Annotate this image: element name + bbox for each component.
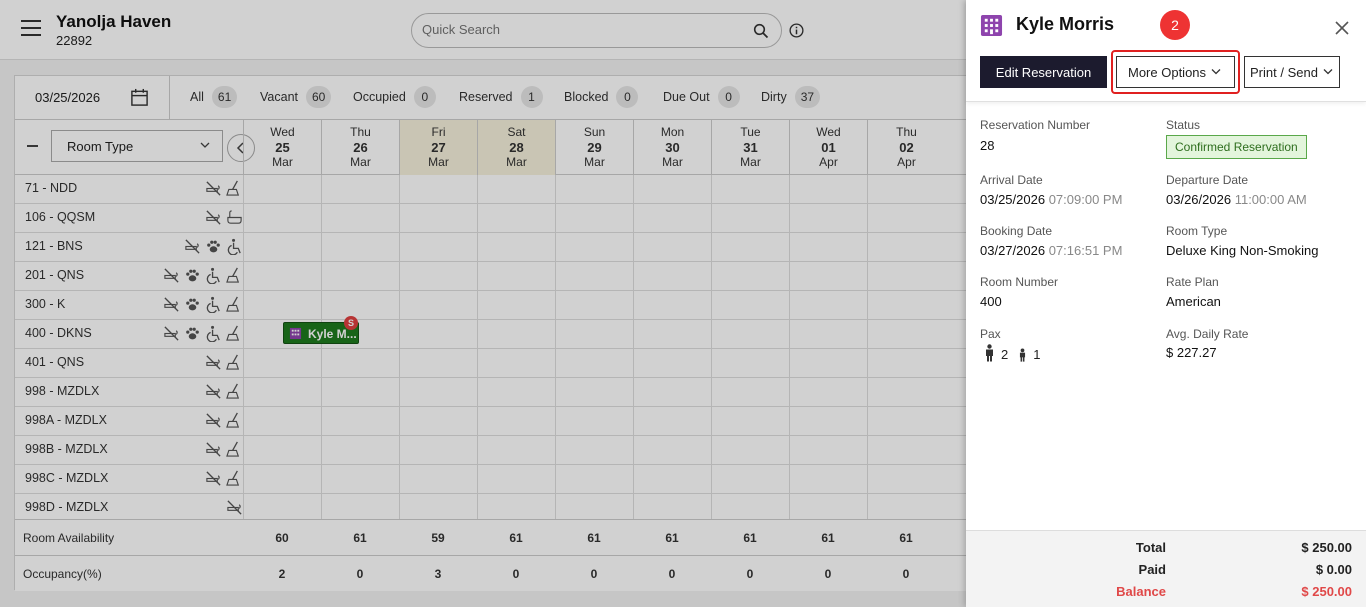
pax-label: Pax: [980, 327, 1001, 341]
balance-row: Balance $ 250.00: [966, 584, 1366, 604]
departure-date: 03/26/2026 11:00:00 AM: [1166, 192, 1307, 207]
chevron-down-icon: [1211, 69, 1221, 75]
panel-header: Kyle Morris 2 Edit Reservation More Opti…: [966, 0, 1366, 102]
reservation-panel: Kyle Morris 2 Edit Reservation More Opti…: [966, 0, 1366, 607]
reservation-number: 28: [980, 138, 995, 153]
paid-label: Paid: [1138, 562, 1166, 577]
close-icon[interactable]: [1335, 21, 1349, 35]
totals-section: Total $ 250.00 Paid $ 0.00 Balance $ 250…: [966, 530, 1366, 607]
departure-time: 11:00:00 AM: [1234, 192, 1307, 207]
reservation-number-label: Reservation Number: [980, 118, 1091, 132]
edit-reservation-button[interactable]: Edit Reservation: [980, 56, 1107, 88]
rate-plan-label: Rate Plan: [1166, 275, 1219, 289]
booking-date-value: 03/27/2026: [980, 243, 1046, 258]
arrival-date-value: 03/25/2026: [980, 192, 1046, 207]
modal-overlay[interactable]: [0, 0, 966, 607]
app-root: Yanolja Haven 22892 03/25/2026 All61Vaca…: [0, 0, 1366, 607]
booking-date-label: Booking Date: [980, 224, 1053, 238]
room-type-field-label: Room Type: [1166, 224, 1228, 238]
status-label: Status: [1166, 118, 1201, 132]
child-icon: [1020, 348, 1026, 362]
total-value: $ 250.00: [1301, 540, 1352, 555]
arrival-date-label: Arrival Date: [980, 173, 1043, 187]
departure-date-value: 03/26/2026: [1166, 192, 1232, 207]
adr-label: Avg. Daily Rate: [1166, 327, 1249, 341]
adr-value: $ 227.27: [1166, 345, 1217, 360]
print-send-button[interactable]: Print / Send: [1244, 56, 1340, 88]
balance-label: Balance: [1116, 584, 1166, 599]
room-type-value: Deluxe King Non-Smoking: [1166, 243, 1319, 258]
departure-date-label: Departure Date: [1166, 173, 1249, 187]
print-send-label: Print / Send: [1250, 64, 1318, 80]
room-number: 400: [980, 294, 1002, 309]
paid-value: $ 0.00: [1315, 562, 1352, 577]
total-row: Total $ 250.00: [966, 540, 1366, 560]
arrival-date: 03/25/2026 07:09:00 PM: [980, 192, 1122, 207]
chevron-down-icon: [1323, 69, 1333, 75]
guest-name: Kyle Morris: [1016, 14, 1115, 34]
status-badge: Confirmed Reservation: [1166, 135, 1307, 159]
step-badge: 2: [1160, 10, 1190, 40]
rate-plan: American: [1166, 294, 1221, 309]
arrival-time: 07:09:00 PM: [1048, 192, 1123, 207]
booking-date: 03/27/2026 07:16:51 PM: [980, 243, 1122, 258]
pax-counts: 2 1: [984, 344, 1040, 362]
booking-time: 07:16:51 PM: [1048, 243, 1123, 258]
balance-value: $ 250.00: [1301, 584, 1352, 599]
paid-row: Paid $ 0.00: [966, 562, 1366, 582]
room-number-label: Room Number: [980, 275, 1059, 289]
total-label: Total: [1135, 540, 1166, 555]
more-options-button[interactable]: More Options: [1116, 56, 1235, 88]
more-options-label: More Options: [1128, 64, 1207, 80]
adult-icon: [986, 344, 993, 362]
building-icon: [980, 14, 1003, 37]
adult-count: 2: [1001, 347, 1009, 362]
child-count: 1: [1033, 347, 1041, 362]
